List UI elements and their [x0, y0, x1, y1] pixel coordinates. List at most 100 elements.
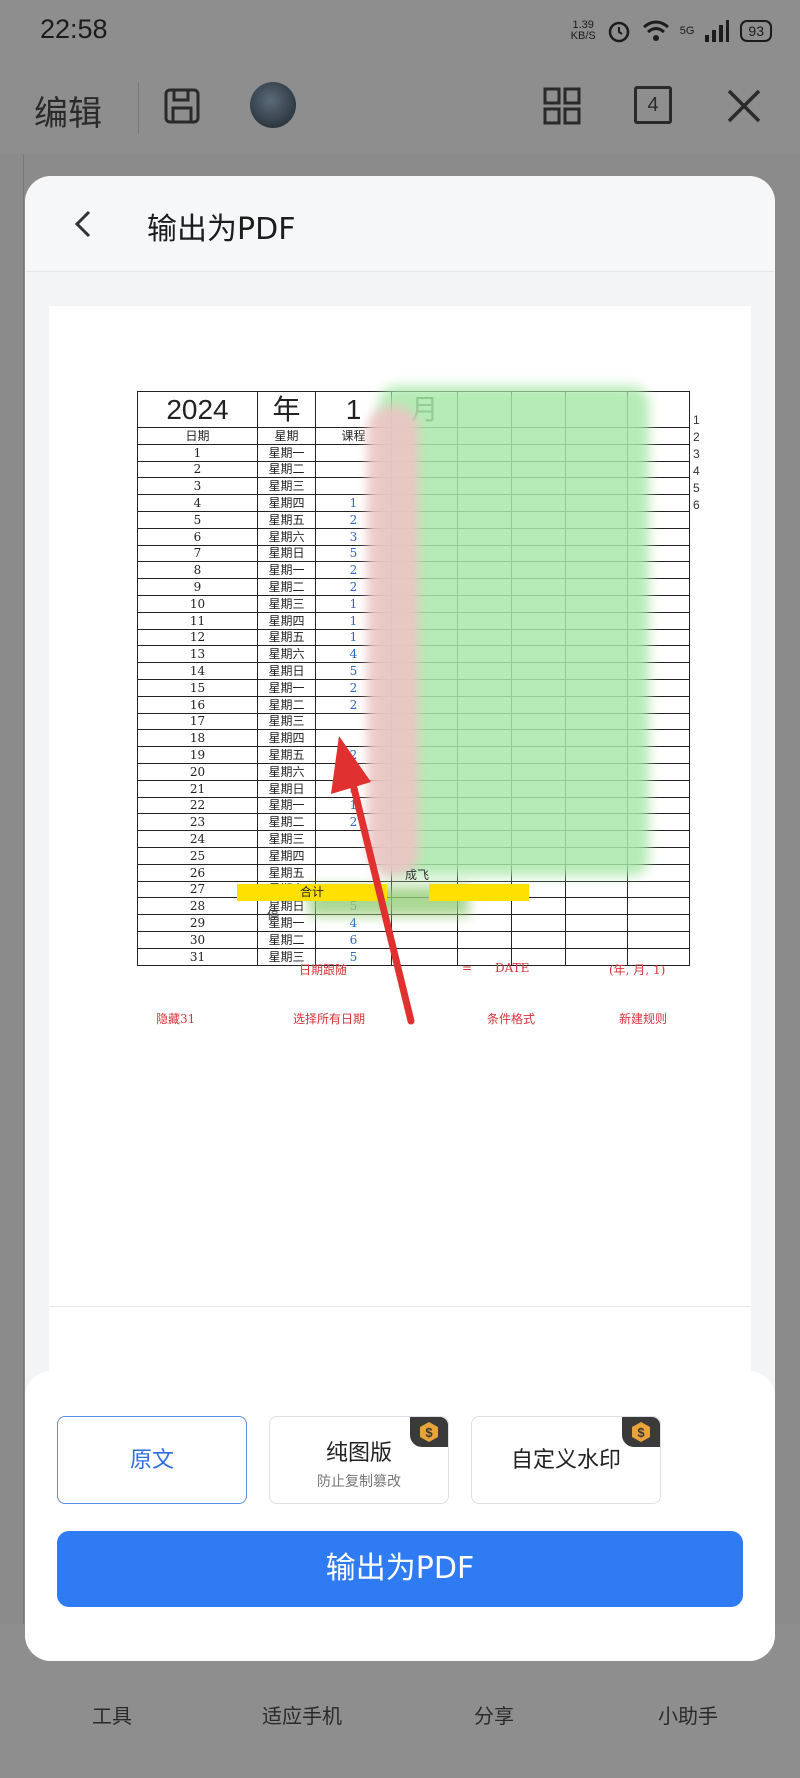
side-numbers: 1 2 3 4 5 6: [693, 412, 700, 514]
svg-text:$: $: [425, 1425, 433, 1440]
date-cell: 10: [137, 594, 258, 613]
date-cell: 25: [137, 846, 258, 865]
weekday-cell: 星期一: [257, 796, 316, 815]
row-number-tick: [0, 630, 23, 647]
note-new-rule: 新建规则: [619, 1012, 668, 1026]
date-cell: 1: [137, 443, 258, 462]
empty-cell: [511, 930, 566, 949]
weekday-cell: 星期四: [257, 729, 316, 748]
note-args: (年, 月, 1): [609, 963, 666, 977]
row-number-tick: [0, 273, 23, 290]
date-cell: 23: [137, 813, 258, 832]
row-number-tick: [0, 341, 23, 358]
status-icons: 1.39 KB/S 5G 93: [571, 18, 772, 44]
side-number: 6: [693, 498, 700, 512]
modal-title: 输出为PDF: [147, 212, 296, 247]
row-number-tick: [0, 970, 23, 987]
toolbar-divider: [138, 82, 139, 134]
row-number-tick: [0, 1429, 23, 1446]
row-number-tick: [0, 1157, 23, 1174]
nav-fit-phone: 适应手机: [262, 1704, 342, 1728]
export-options-panel: 原文 纯图版 防止复制篡改 $ 自定义水印 $ 输出为PDF: [25, 1371, 775, 1661]
date-cell: 12: [137, 628, 258, 647]
row-number-tick: [0, 494, 23, 511]
date-cell: 26: [137, 863, 258, 882]
year-cell: 2024: [137, 391, 258, 428]
row-numbers: [0, 154, 24, 1624]
note-hide31: 隐藏31: [156, 1012, 196, 1026]
row-number-tick: [0, 1361, 23, 1378]
row-number-tick: [0, 1395, 23, 1412]
row-number-tick: [0, 562, 23, 579]
year-unit-cell: 年: [257, 391, 316, 428]
row-number-tick: [0, 1497, 23, 1514]
weekday-cell: 星期五: [257, 510, 316, 529]
row-number-tick: [0, 1055, 23, 1072]
date-cell: 11: [137, 611, 258, 630]
row-number-tick: [0, 1208, 23, 1225]
row-number-tick: [0, 1548, 23, 1565]
nav-share: 分享: [474, 1704, 514, 1728]
net-speed-unit: KB/S: [570, 30, 596, 42]
date-cell: 8: [137, 561, 258, 580]
back-arrow-icon[interactable]: [63, 204, 103, 244]
row-number-tick: [0, 732, 23, 749]
side-number: 3: [693, 447, 700, 461]
weekday-cell: 星期五: [257, 746, 316, 764]
close-icon: [727, 89, 761, 123]
weekday-cell: 星期二: [257, 460, 316, 479]
date-cell: 31: [137, 947, 258, 966]
date-cell: 20: [137, 762, 258, 781]
vip-badge-icon: $: [410, 1417, 448, 1447]
row-number-tick: [0, 1531, 23, 1548]
signal-icon: [705, 20, 730, 42]
row-number-tick: [0, 205, 23, 222]
modal-header: 输出为PDF: [25, 176, 775, 272]
row-number-tick: [0, 1174, 23, 1191]
date-cell: 13: [137, 645, 258, 664]
date-cell: 5: [137, 510, 258, 529]
nav-assistant: 小助手: [658, 1704, 718, 1728]
row-number-tick: [0, 1327, 23, 1344]
weekday-cell: 星期二: [257, 578, 316, 596]
row-number-tick: [0, 1089, 23, 1106]
row-number-tick: [0, 1378, 23, 1395]
svg-text:$: $: [637, 1425, 645, 1440]
option-custom-watermark[interactable]: 自定义水印 $: [471, 1416, 661, 1504]
weekday-cell: 星期四: [257, 846, 316, 865]
weekday-cell: 星期二: [257, 695, 316, 714]
weekday-cell: 星期六: [257, 527, 316, 546]
row-number-tick: [0, 953, 23, 970]
row-number-tick: [0, 919, 23, 936]
weekday-cell: 星期一: [257, 678, 316, 697]
weekday-cell: 星期二: [257, 813, 316, 832]
row-number-tick: [0, 1140, 23, 1157]
row-number-tick: [0, 783, 23, 800]
stop-label: 停: [267, 908, 280, 922]
row-number-tick: [0, 987, 23, 1004]
empty-cell: [511, 914, 566, 932]
weekday-cell: 星期三: [257, 712, 316, 731]
option-original[interactable]: 原文: [57, 1416, 247, 1504]
row-number-tick: [0, 1446, 23, 1463]
weekday-cell: 星期四: [257, 611, 316, 630]
weekday-cell: 星期日: [257, 544, 316, 563]
row-number-tick: [0, 749, 23, 766]
date-cell: 24: [137, 830, 258, 848]
row-number-tick: [0, 1514, 23, 1531]
option-image-only[interactable]: 纯图版 防止复制篡改 $: [269, 1416, 449, 1504]
pdf-preview: 2024 年 1 月 日期 星期 课程: [49, 306, 751, 1306]
row-number-tick: [0, 1004, 23, 1021]
edit-label: 编辑: [34, 94, 102, 134]
empty-cell: [565, 880, 628, 899]
row-number-tick: [0, 1293, 23, 1310]
row-number-tick: [0, 936, 23, 953]
row-number-tick: [0, 1038, 23, 1055]
alarm-icon: [608, 21, 629, 43]
row-number-tick: [0, 239, 23, 256]
row-number-tick: [0, 698, 23, 715]
date-cell: 16: [137, 695, 258, 714]
row-number-tick: [0, 613, 23, 630]
weekday-cell: 星期三: [257, 477, 316, 496]
export-pdf-button[interactable]: 输出为PDF: [57, 1531, 743, 1607]
